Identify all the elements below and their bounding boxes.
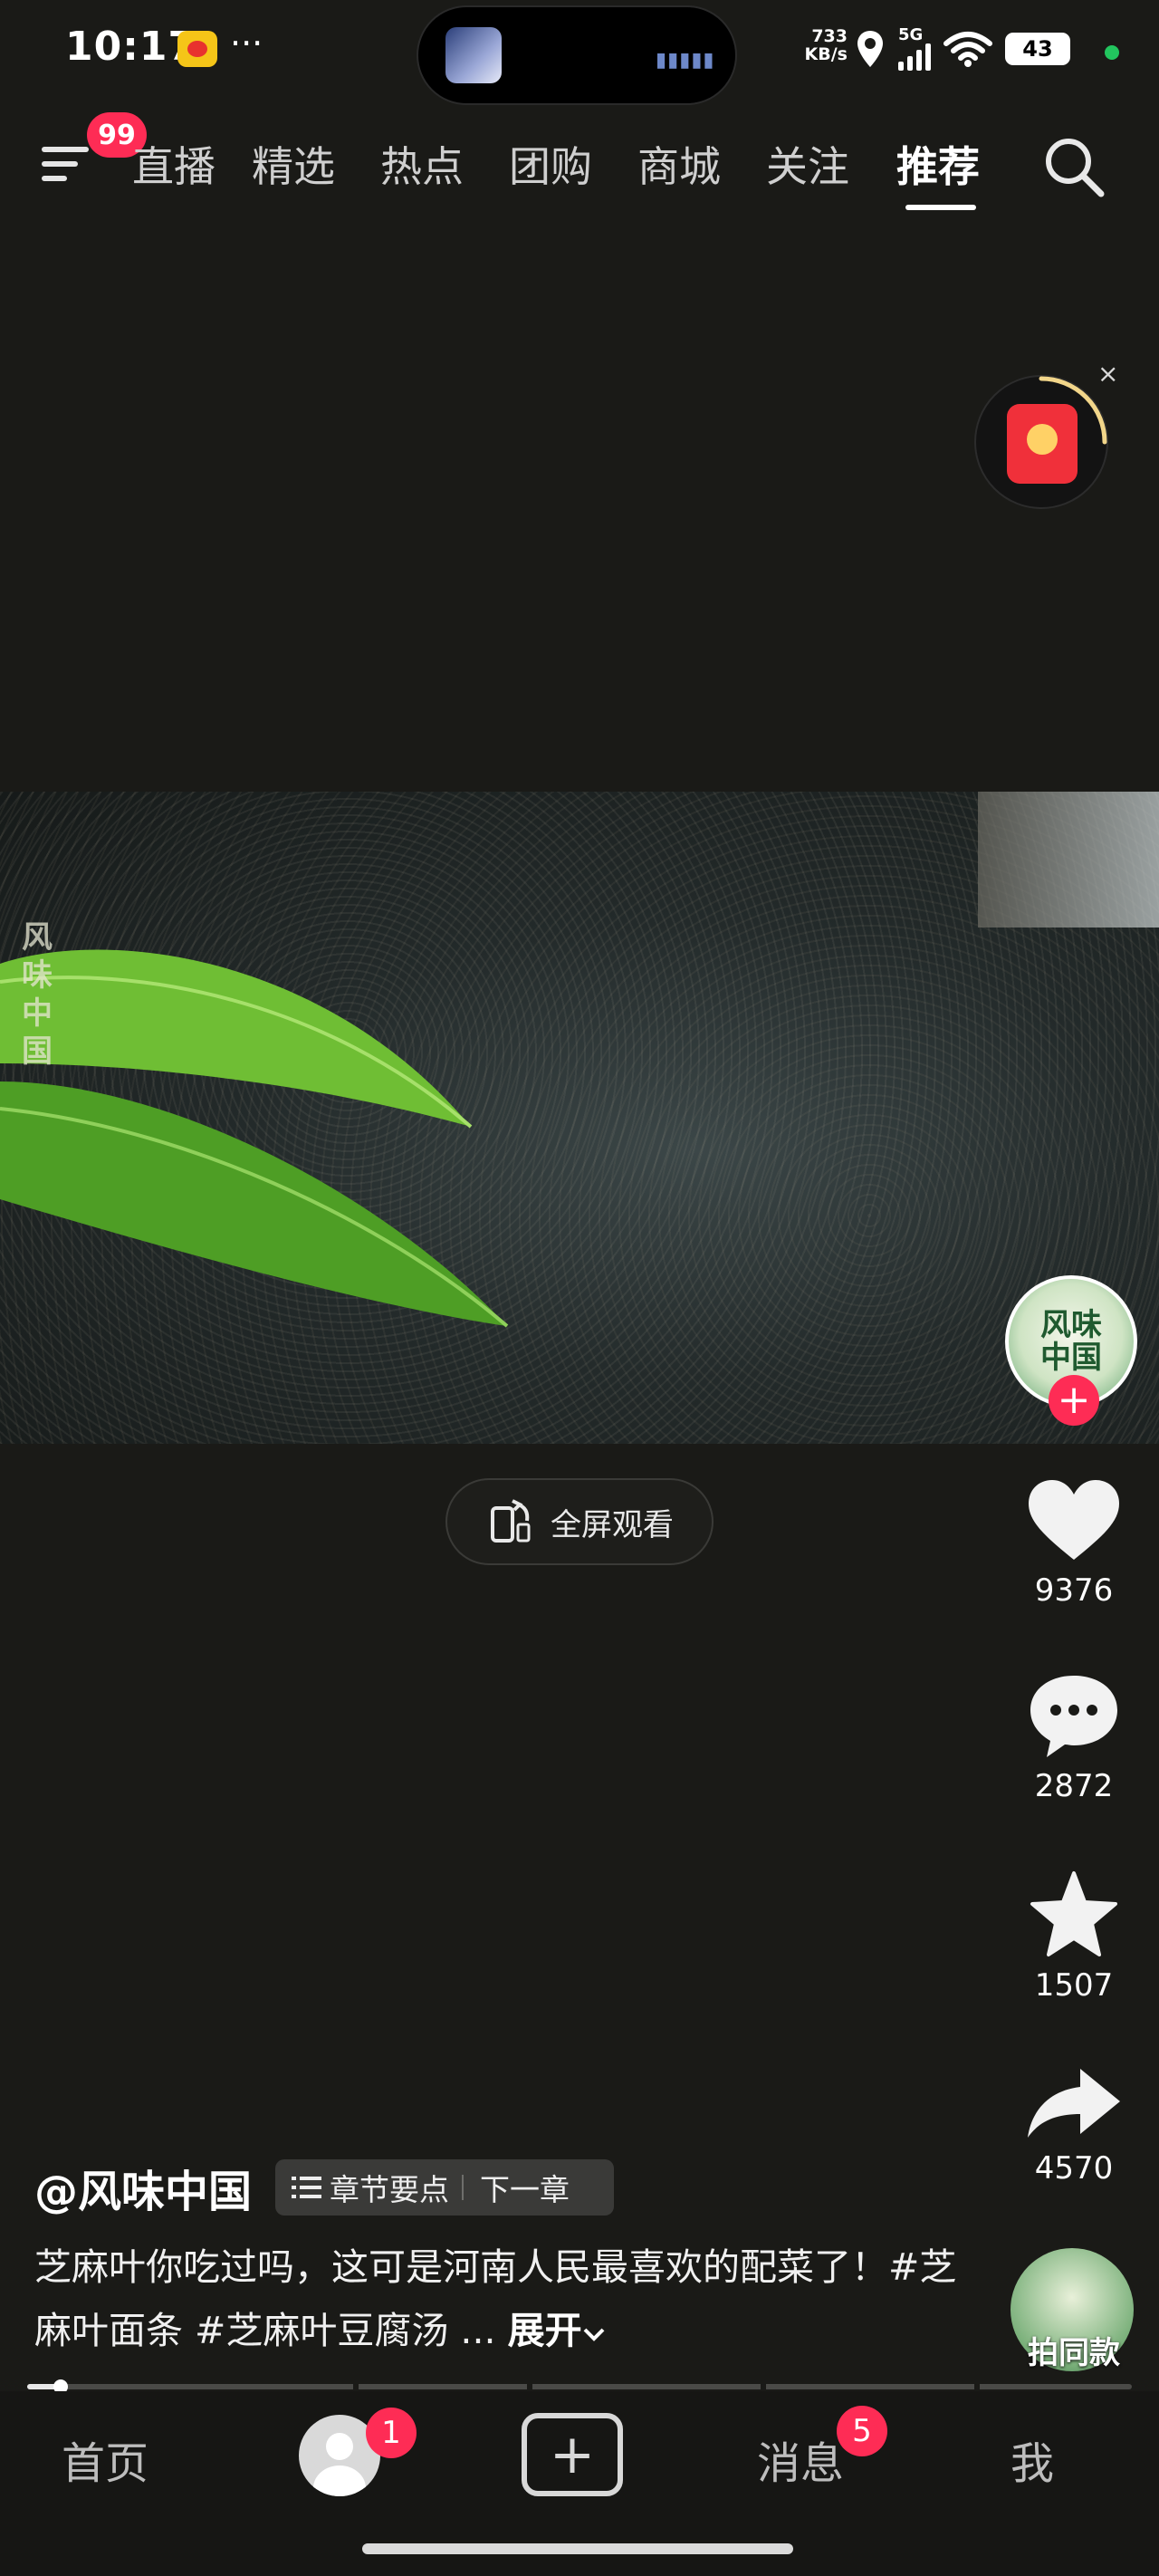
fullscreen-label: 全屏观看 <box>551 1506 674 1543</box>
creator-avatar-text: 风味中国 <box>1040 1307 1102 1376</box>
chapter-marker <box>974 2384 980 2389</box>
status-bar: 10:17 ··· ▮▮▮▮▮ 733 KB/s 5G 43 <box>0 0 1159 105</box>
active-tab-indicator <box>905 205 976 210</box>
chapter-marker <box>527 2384 532 2389</box>
friends-badge: 1 <box>366 2408 417 2458</box>
red-packet-widget[interactable] <box>974 375 1108 509</box>
comment-icon <box>1030 1676 1117 1757</box>
tab-live[interactable]: 直播 <box>132 134 216 194</box>
follow-button[interactable]: + <box>1049 1375 1099 1426</box>
signal-icon <box>898 43 931 71</box>
video-player[interactable]: 风味中国 <box>0 792 1159 1444</box>
favorite-button[interactable]: 1507 <box>1003 1870 1145 2004</box>
red-envelope-icon <box>1007 404 1078 484</box>
expand-caption-button[interactable]: 展开 <box>508 2309 606 2352</box>
network-type-label: 5G <box>898 25 924 44</box>
star-icon <box>1030 1871 1117 1956</box>
red-packet-close-icon[interactable]: × <box>1097 359 1118 389</box>
expand-label: 展开 <box>507 2309 582 2352</box>
video-watermark: 风味中国 <box>22 919 53 1070</box>
next-chapter-button[interactable]: 下一章 <box>480 2166 570 2209</box>
favorite-count: 1507 <box>1034 1967 1114 2004</box>
tab-trending[interactable]: 热点 <box>380 134 464 194</box>
author-name[interactable]: @风味中国 <box>34 2156 252 2219</box>
heart-icon <box>1029 1480 1119 1560</box>
video-progress-bar[interactable] <box>27 2379 1132 2394</box>
caption-text: 芝麻叶你吃过吗，这可是河南人民最喜欢的配菜了！#芝麻叶面条 #芝麻叶豆腐汤 ..… <box>34 2245 957 2352</box>
now-playing-artwork <box>445 27 502 83</box>
comment-count: 2872 <box>1034 1768 1114 1804</box>
tab-group-buy[interactable]: 团购 <box>509 134 592 194</box>
chapter-points-button[interactable]: 章节要点 <box>330 2166 449 2209</box>
audio-wave-icon: ▮▮▮▮▮ <box>656 49 715 72</box>
more-notifications-icon: ··· <box>230 24 263 63</box>
nav-home[interactable]: 首页 <box>62 2427 148 2491</box>
location-icon <box>857 31 883 67</box>
nav-me[interactable]: 我 <box>1011 2427 1054 2491</box>
tab-following[interactable]: 关注 <box>766 134 849 194</box>
list-icon <box>292 2177 321 2198</box>
tab-featured[interactable]: 精选 <box>252 134 335 194</box>
wifi-icon <box>943 32 992 67</box>
like-count: 9376 <box>1034 1572 1114 1609</box>
network-speed-value: 733 <box>811 26 848 46</box>
messages-badge: 5 <box>837 2406 887 2456</box>
status-icons: 5G 43 <box>855 25 1070 72</box>
same-style-button[interactable]: 拍同款 <box>1011 2328 1137 2372</box>
share-button[interactable]: 4570 <box>1003 2065 1145 2187</box>
network-speed: 733 KB/s <box>797 27 848 63</box>
chapter-marker <box>761 2384 766 2389</box>
fullscreen-button[interactable]: 全屏观看 <box>445 1478 714 1565</box>
create-button[interactable]: + <box>522 2413 623 2496</box>
share-arrow-icon <box>1028 2069 1120 2138</box>
chapter-marker <box>353 2384 359 2389</box>
video-background-window <box>978 792 1159 928</box>
tab-mall[interactable]: 商城 <box>637 134 721 194</box>
nav-messages[interactable]: 消息 <box>757 2427 844 2491</box>
camera-in-use-indicator <box>1105 45 1119 60</box>
weibo-notification-icon <box>177 31 217 67</box>
like-button[interactable]: 9376 <box>1003 1478 1145 1609</box>
chip-divider <box>462 2175 464 2200</box>
share-count: 4570 <box>1034 2150 1114 2187</box>
search-icon[interactable] <box>1041 134 1106 199</box>
home-indicator <box>362 2543 793 2554</box>
chevron-down-icon <box>583 2328 604 2341</box>
video-leaf-foreground <box>0 949 509 1328</box>
network-speed-unit: KB/s <box>804 44 848 64</box>
video-caption: 芝麻叶你吃过吗，这可是河南人民最喜欢的配菜了！#芝麻叶面条 #芝麻叶豆腐汤 ..… <box>34 2235 976 2362</box>
chapter-chip[interactable]: 章节要点 下一章 <box>275 2159 614 2216</box>
battery-icon: 43 <box>1005 33 1070 65</box>
dynamic-island[interactable]: ▮▮▮▮▮ <box>417 5 737 105</box>
menu-icon[interactable] <box>42 138 94 188</box>
tab-recommended[interactable]: 推荐 <box>896 134 980 194</box>
comment-button[interactable]: 2872 <box>1003 1672 1145 1804</box>
rotate-screen-icon <box>491 1499 531 1543</box>
